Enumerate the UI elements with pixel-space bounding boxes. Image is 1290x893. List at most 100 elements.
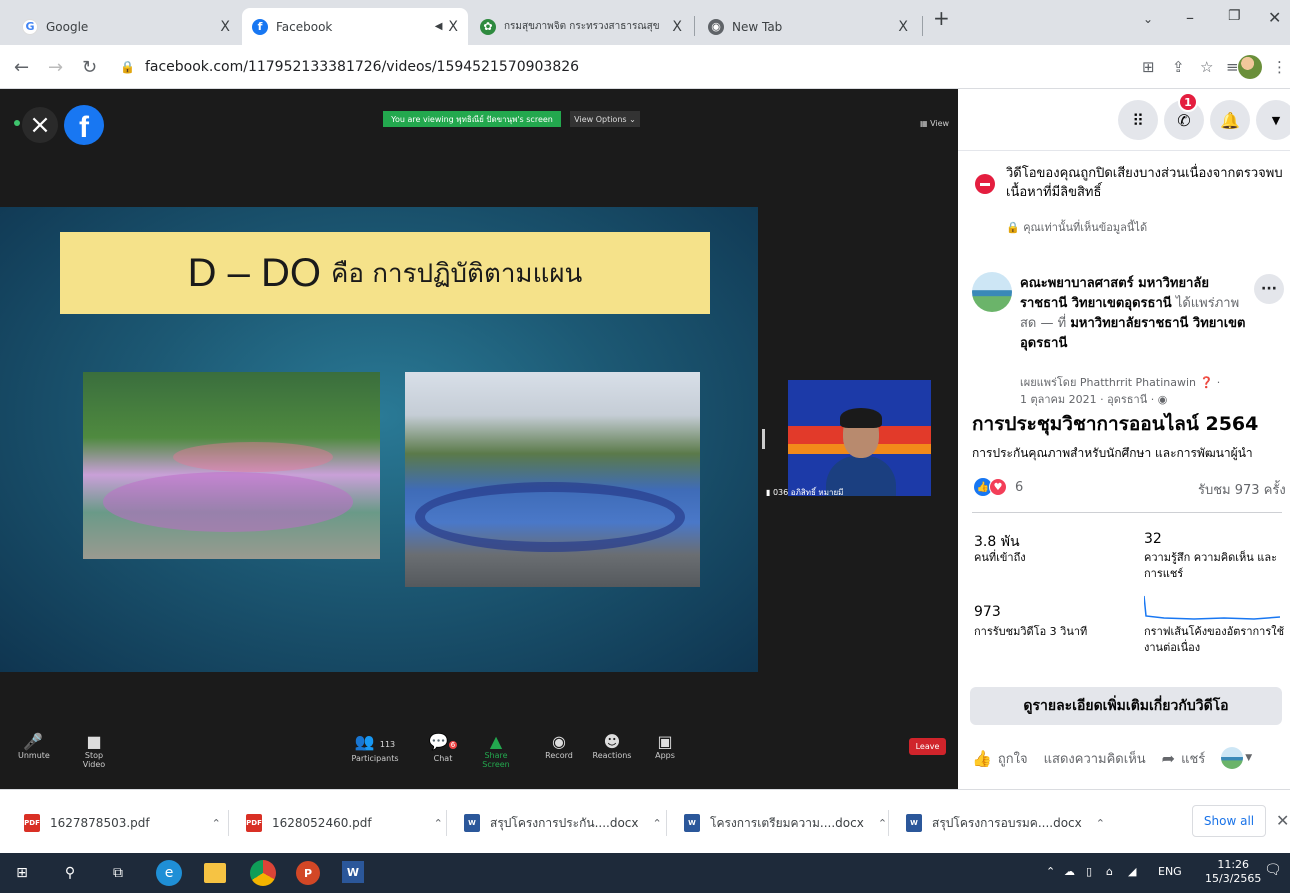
bookmark-star-icon[interactable]: ☆ xyxy=(1200,58,1213,76)
divider xyxy=(228,810,229,836)
share-page-icon[interactable]: ⇪ xyxy=(1172,58,1185,76)
tab-facebook[interactable]: f Facebook ◀︎ X xyxy=(242,8,468,45)
download-item[interactable]: PDF 1628052460.pdf ⌃ xyxy=(246,808,443,838)
url-text: facebook.com/117952133381726/videos/1594… xyxy=(144,59,580,75)
slide-title-main: D – DO xyxy=(187,250,322,295)
reading-list-icon[interactable]: ≡ xyxy=(1226,58,1239,76)
post-date[interactable]: 1 ตุลาคม 2021 · อุดรธานี · xyxy=(1020,393,1154,406)
stop-video-button[interactable]: ■ Stop Video xyxy=(74,733,114,770)
restore-icon[interactable]: ❐ xyxy=(1228,8,1241,24)
reactions-button[interactable]: ☻ Reactions xyxy=(592,733,632,761)
profile-avatar[interactable] xyxy=(1238,55,1262,79)
language-indicator[interactable]: ENG xyxy=(1158,865,1182,878)
speaker-icon[interactable]: ◀︎ xyxy=(435,21,443,32)
chat-button[interactable]: 💬 6 Chat xyxy=(428,733,458,763)
google-icon: G xyxy=(22,18,38,35)
download-item[interactable]: PDF 1627878503.pdf ⌃ xyxy=(24,808,221,838)
search-icon[interactable]: ⚲ xyxy=(58,861,82,885)
download-item[interactable]: W โครงการเตรียมความ....docx ⌃ xyxy=(684,808,887,838)
translate-icon[interactable]: ⊞ xyxy=(1142,58,1155,76)
window-close-icon[interactable]: ✕ xyxy=(1268,8,1281,27)
word-icon[interactable]: W xyxy=(342,861,364,883)
tab-divider xyxy=(922,16,923,36)
chevron-down-icon[interactable]: ▼ xyxy=(1245,753,1252,763)
show-hidden-icons-icon[interactable]: ⌃ xyxy=(1046,865,1055,878)
close-icon[interactable]: ✕ xyxy=(1276,811,1289,830)
chevron-up-icon[interactable]: ⌃ xyxy=(1096,817,1105,830)
chevron-up-icon[interactable]: ⌃ xyxy=(878,817,887,830)
back-icon[interactable]: ← xyxy=(14,57,29,78)
close-icon[interactable]: X xyxy=(448,19,458,35)
published-by: เผยแพร่โดย Phatthrrit Phatinawin xyxy=(1020,376,1197,389)
participants-icon: 👥 xyxy=(354,732,375,751)
leave-button[interactable]: Leave xyxy=(909,738,946,755)
tab-new[interactable]: ◉ New Tab X xyxy=(698,8,918,45)
lock-icon: 🔒 xyxy=(120,60,135,74)
chevron-up-icon[interactable]: ⌃ xyxy=(653,817,662,830)
participant-camera[interactable] xyxy=(788,380,931,496)
menu-icon[interactable]: ⋮ xyxy=(1272,58,1287,76)
unmute-button[interactable]: 🎤 Unmute xyxy=(18,733,50,761)
participants-button[interactable]: 👥 113 Participants xyxy=(348,732,402,764)
notifications-bell-icon[interactable]: 🔔 xyxy=(1210,100,1250,140)
chevron-up-icon[interactable]: ⌃ xyxy=(434,817,443,830)
view-button[interactable]: ▦ View xyxy=(920,119,949,128)
apps-button[interactable]: ▣ Apps xyxy=(650,733,680,761)
tab-dmh[interactable]: ✿ กรมสุขภาพจิต กระทรวงสาธารณสุข X xyxy=(470,8,692,45)
tab-strip: G Google X f Facebook ◀︎ X ✿ กรมสุขภาพจิ… xyxy=(0,0,1290,45)
reload-icon[interactable]: ↻ xyxy=(82,57,97,78)
divider xyxy=(888,810,889,836)
close-icon[interactable]: X xyxy=(898,19,908,35)
more-video-details-button[interactable]: ดูรายละเอียดเพิ่มเติมเกี่ยวกับวิดีโอ xyxy=(970,687,1282,725)
tab-google[interactable]: G Google X xyxy=(12,8,240,45)
download-item[interactable]: W สรุปโครงการประกัน....docx ⌃ xyxy=(464,808,662,838)
reactions-summary[interactable]: 👍 ♥ 6 xyxy=(974,478,1023,496)
word-file-icon: W xyxy=(464,814,480,832)
windows-start-icon[interactable]: ⊞ xyxy=(10,861,34,885)
share-button[interactable]: ➦ แชร์ xyxy=(1162,748,1206,769)
facebook-logo-icon[interactable]: f xyxy=(64,105,104,145)
group-photo xyxy=(83,372,380,559)
download-name: 1627878503.pdf xyxy=(50,816,150,830)
copyright-notice: วิดีโอของคุณถูกปิดเสียงบางส่วนเนื่องจากต… xyxy=(1006,166,1283,200)
like-button[interactable]: 👍 ถูกใจ xyxy=(972,748,1028,769)
chrome-icon[interactable] xyxy=(250,860,276,886)
notice-visibility-text: คุณเท่านั้นที่เห็นข้อมูลนี้ได้ xyxy=(1023,221,1148,234)
help-icon[interactable]: ❓ xyxy=(1200,376,1214,389)
file-explorer-icon[interactable] xyxy=(204,863,226,883)
edge-icon[interactable]: e xyxy=(156,860,182,886)
close-icon[interactable]: X xyxy=(220,19,230,35)
volume-icon[interactable]: ◢ xyxy=(1128,865,1136,878)
more-options-icon[interactable]: ··· xyxy=(1254,274,1284,304)
taskbar-clock[interactable]: 11:26 15/3/2565 xyxy=(1205,858,1261,886)
network-icon[interactable]: ⌂ xyxy=(1106,865,1113,878)
address-bar[interactable]: 🔒 facebook.com/117952133381726/videos/159… xyxy=(120,59,579,75)
view-options-button[interactable]: View Options ⌄ xyxy=(570,111,640,127)
page-avatar[interactable] xyxy=(972,272,1012,312)
show-all-downloads-button[interactable]: Show all xyxy=(1192,805,1266,837)
task-view-icon[interactable]: ⧉ xyxy=(106,861,130,885)
menu-grid-icon[interactable]: ⠿ xyxy=(1118,100,1158,140)
comment-button[interactable]: แสดงความคิดเห็น xyxy=(1044,748,1146,769)
forward-icon[interactable]: → xyxy=(48,57,63,78)
battery-icon[interactable]: ▯ xyxy=(1086,865,1092,878)
close-icon[interactable]: X xyxy=(672,19,682,35)
split-handle[interactable] xyxy=(762,429,765,449)
onedrive-icon[interactable]: ☁ xyxy=(1064,865,1075,878)
lock-icon: 🔒 xyxy=(1006,221,1020,234)
account-menu-icon[interactable]: ▼ xyxy=(1256,100,1290,140)
chevron-up-icon[interactable]: ⌃ xyxy=(212,817,221,830)
record-button[interactable]: ◉ Record xyxy=(542,733,576,761)
share-screen-button[interactable]: ▲ Share Screen xyxy=(474,733,518,770)
share-as-avatar[interactable] xyxy=(1221,747,1244,769)
powerpoint-icon[interactable]: P xyxy=(296,861,320,885)
video-player[interactable]: × f You are viewing พุทธิณีย์ ปัดขานุพ's… xyxy=(0,89,958,789)
tab-search-icon[interactable]: ⌄ xyxy=(1143,12,1153,26)
facebook-icon: f xyxy=(252,18,268,35)
messenger-badge: 1 xyxy=(1178,92,1198,112)
close-video-button[interactable]: × xyxy=(22,107,58,143)
notification-center-icon[interactable]: 🗨 xyxy=(1264,862,1282,878)
download-item[interactable]: W สรุปโครงการอบรมค....docx ⌃ xyxy=(906,808,1105,838)
minimize-icon[interactable]: – xyxy=(1186,8,1194,27)
new-tab-button[interactable]: + xyxy=(933,6,950,30)
